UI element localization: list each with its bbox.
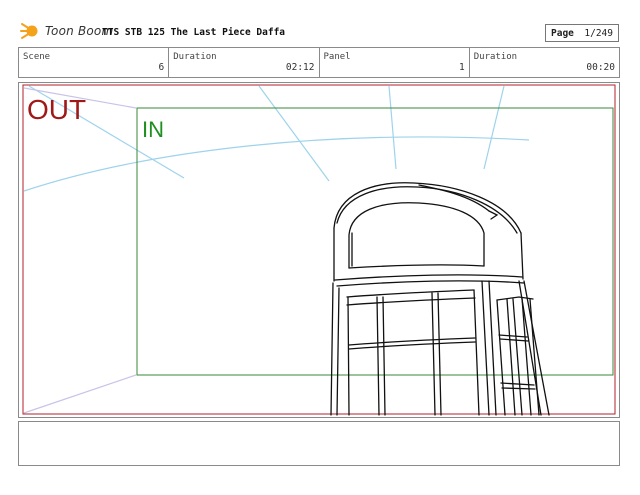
panel-info-row: Scene 6 Duration 02:12 Panel 1 Duration … xyxy=(18,47,620,78)
panel-value: 1 xyxy=(459,62,465,73)
scene-duration-cell: Duration 02:12 xyxy=(169,48,320,77)
scene-label: Scene xyxy=(23,52,51,62)
page-number: 1/249 xyxy=(584,27,613,39)
scene-cell: Scene 6 xyxy=(19,48,170,77)
panel-duration-label: Duration xyxy=(473,52,518,62)
scene-value: 6 xyxy=(158,62,165,73)
storyboard-panel-drawing: OUT IN xyxy=(22,84,616,416)
panel-notes-box[interactable] xyxy=(18,421,620,466)
panel-cell: Panel 1 xyxy=(320,48,470,77)
logo-burst-icon xyxy=(20,23,38,39)
out-label: OUT xyxy=(27,94,86,125)
out-frame xyxy=(22,84,616,415)
panel-duration-cell: Duration 00:20 xyxy=(470,48,619,77)
phone-booth-sketch xyxy=(330,182,550,416)
panel-label: Panel xyxy=(323,52,351,62)
panel-duration-value: 00:20 xyxy=(586,62,615,73)
toon-boom-logo: Toon Boom xyxy=(20,22,113,40)
scene-duration-label: Duration xyxy=(173,52,217,62)
in-frame xyxy=(136,107,614,376)
page-label: Page xyxy=(551,27,574,39)
page-indicator: Page 1/249 xyxy=(545,24,619,42)
in-label: IN xyxy=(142,117,164,142)
document-title: TTS STB 125 The Last Piece Daffa xyxy=(102,27,286,38)
perspective-guides xyxy=(23,85,530,414)
scene-duration-value: 02:12 xyxy=(285,62,315,73)
